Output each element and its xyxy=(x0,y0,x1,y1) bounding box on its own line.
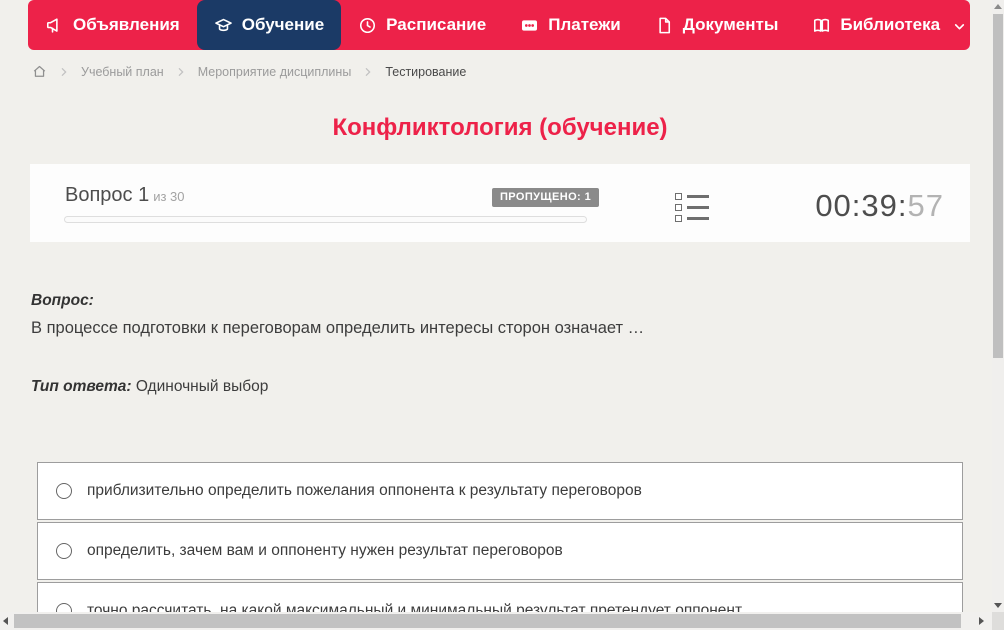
question-list-icon[interactable] xyxy=(675,193,709,226)
vertical-scrollbar[interactable] xyxy=(992,0,1004,612)
scroll-up-arrow[interactable] xyxy=(994,4,1002,9)
graduation-cap-icon xyxy=(214,16,233,35)
chevron-right-icon xyxy=(176,67,186,77)
page-title: Конфликтология (обучение) xyxy=(332,114,668,141)
nav-item-documents[interactable]: Документы xyxy=(638,0,796,50)
horizontal-scrollbar-thumb[interactable] xyxy=(14,614,961,628)
clock-icon xyxy=(358,16,377,35)
nav-item-training[interactable]: Обучение xyxy=(196,0,342,50)
nav-item-schedule[interactable]: Расписание xyxy=(341,0,503,50)
nav-item-payments[interactable]: Платежи xyxy=(503,0,638,50)
horizontal-scrollbar[interactable] xyxy=(0,612,992,630)
skipped-badge: ПРОПУЩЕНО: 1 xyxy=(492,188,600,207)
timer-hours-minutes: 00:39: xyxy=(815,188,908,223)
nav-item-label: Расписание xyxy=(386,15,487,34)
answer-options: приблизительно определить пожелания оппо… xyxy=(37,462,963,630)
nav-item-announcements[interactable]: Объявления xyxy=(28,0,197,50)
question-section: Вопрос: В процессе подготовки к перегово… xyxy=(31,292,966,338)
question-counter-of: из 30 xyxy=(153,189,185,204)
question-text: В процессе подготовки к переговорам опре… xyxy=(31,319,645,337)
timer: 00:39:57 xyxy=(815,188,944,224)
chevron-down-icon[interactable] xyxy=(949,17,966,33)
radio-button[interactable] xyxy=(56,543,72,559)
megaphone-icon xyxy=(45,16,64,35)
nav-item-label: Объявления xyxy=(73,15,180,34)
scroll-down-arrow[interactable] xyxy=(994,603,1002,608)
chevron-right-icon xyxy=(59,67,69,77)
answer-type-label: Тип ответа: xyxy=(31,378,132,395)
question-counter-label: Вопрос 1 xyxy=(65,184,150,206)
nav-item-label: Библиотека xyxy=(840,15,941,34)
answer-option-2[interactable]: определить, зачем вам и оппоненту нужен … xyxy=(37,522,963,580)
chevron-right-icon xyxy=(363,67,373,77)
home-icon[interactable] xyxy=(32,64,47,79)
nav-item-label: Обучение xyxy=(241,15,325,34)
radio-button[interactable] xyxy=(56,483,72,499)
scroll-right-arrow[interactable] xyxy=(979,617,984,625)
answer-option-text: определить, зачем вам и оппоненту нужен … xyxy=(87,542,563,559)
document-icon xyxy=(655,16,674,35)
main-nav: Объявления Обучение Расписание Платежи Д… xyxy=(28,0,970,50)
credit-card-icon xyxy=(520,16,539,35)
vertical-scrollbar-thumb[interactable] xyxy=(993,14,1003,358)
answer-option-text: приблизительно определить пожелания оппо… xyxy=(87,482,642,499)
answer-option-1[interactable]: приблизительно определить пожелания оппо… xyxy=(37,462,963,520)
progress-bar xyxy=(64,216,587,223)
answer-type: Тип ответа: Одиночный выбор xyxy=(31,378,268,396)
breadcrumb-item-curriculum[interactable]: Учебный план xyxy=(81,65,164,79)
breadcrumb-item-testing: Тестирование xyxy=(385,64,467,79)
question-label: Вопрос: xyxy=(31,292,94,309)
scrollbar-corner xyxy=(992,612,1004,630)
nav-item-label: Платежи xyxy=(548,15,621,34)
question-counter: Вопрос 1 из 30 xyxy=(65,184,185,207)
book-icon xyxy=(812,16,831,35)
nav-item-label: Документы xyxy=(682,15,779,34)
timer-seconds: 57 xyxy=(907,188,944,223)
question-header-panel: Вопрос 1 из 30 ПРОПУЩЕНО: 1 00:39:57 xyxy=(30,164,970,242)
nav-item-library[interactable]: Библиотека xyxy=(795,0,983,50)
answer-type-value: Одиночный выбор xyxy=(135,378,269,395)
scroll-left-arrow[interactable] xyxy=(3,617,8,625)
breadcrumb-item-discipline-event[interactable]: Мероприятие дисциплины xyxy=(198,65,352,79)
breadcrumb: Учебный план Мероприятие дисциплины Тест… xyxy=(32,64,466,79)
